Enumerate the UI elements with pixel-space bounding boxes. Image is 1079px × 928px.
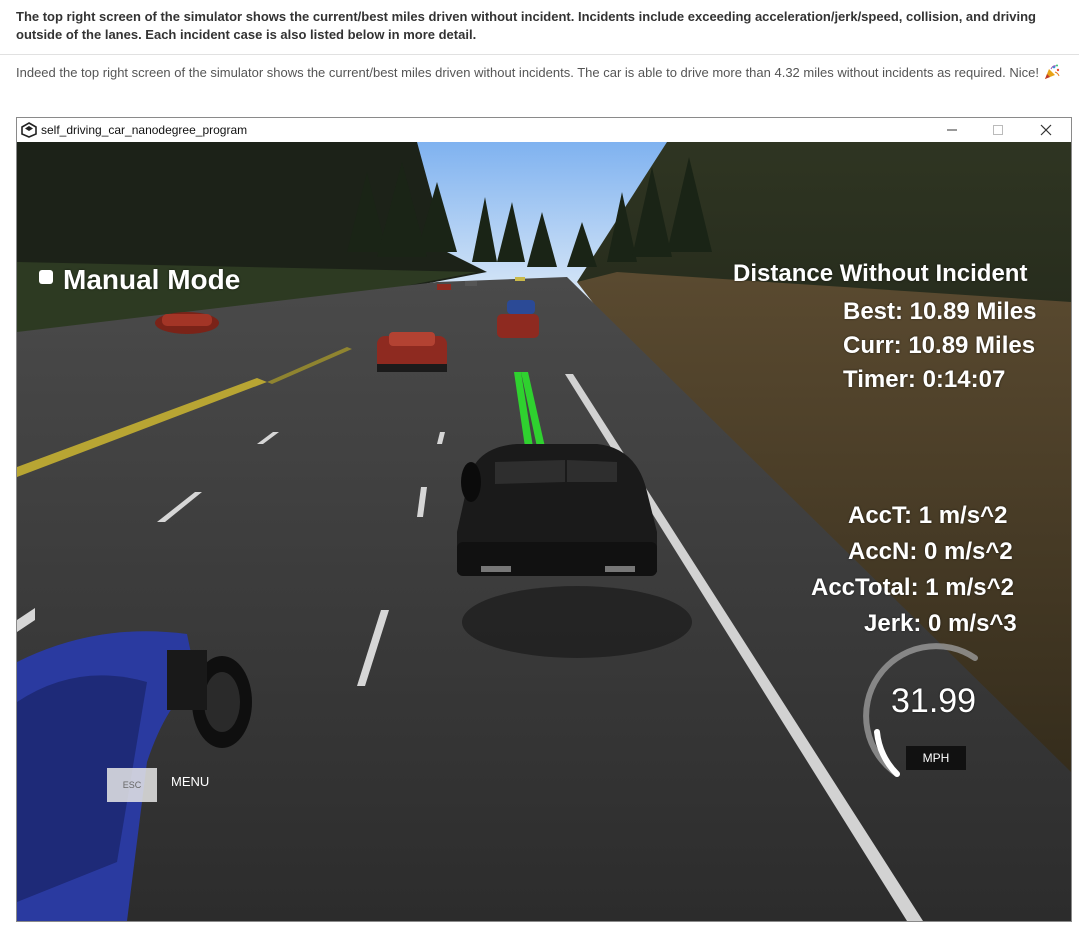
timer: Timer: 0:14:07 bbox=[843, 366, 1006, 393]
close-icon bbox=[1040, 124, 1052, 136]
window-titlebar[interactable]: self_driving_car_nanodegree_program bbox=[17, 118, 1071, 142]
speed-value: 31.99 bbox=[891, 682, 977, 720]
npc-car-red-left bbox=[155, 312, 219, 334]
best-distance: Best: 10.89 Miles bbox=[843, 298, 1037, 325]
jerk: Jerk: 0 m/s^3 bbox=[864, 610, 1017, 637]
normal-acceleration: AccN: 0 m/s^2 bbox=[848, 538, 1013, 565]
maximize-button[interactable] bbox=[975, 118, 1021, 142]
current-distance: Curr: 10.89 Miles bbox=[843, 332, 1036, 359]
tangential-acceleration: AccT: 1 m/s^2 bbox=[848, 502, 1008, 529]
window-title: self_driving_car_nanodegree_program bbox=[41, 123, 248, 137]
esc-button[interactable]: ESC bbox=[107, 768, 157, 802]
divider bbox=[0, 54, 1079, 55]
simulator-scene bbox=[17, 142, 1071, 921]
distance-title: Distance Without Incident bbox=[733, 260, 1028, 287]
simulator-viewport: Manual Mode Distance Without Incident Be… bbox=[17, 142, 1071, 921]
simulator-window: self_driving_car_nanodegree_program Manu… bbox=[16, 117, 1072, 922]
speed-unit: MPH bbox=[906, 746, 966, 770]
npc-car-red-center bbox=[377, 332, 447, 372]
party-popper-icon bbox=[1044, 64, 1060, 79]
mode-indicator-icon bbox=[39, 270, 53, 284]
mode-label: Manual Mode bbox=[63, 264, 241, 295]
article-paragraph-1: The top right screen of the simulator sh… bbox=[16, 9, 1036, 42]
unity-app-icon bbox=[21, 122, 37, 138]
article-paragraph-2: Indeed the top right screen of the simul… bbox=[16, 64, 1066, 82]
article-paragraph-2-text: Indeed the top right screen of the simul… bbox=[16, 65, 1039, 80]
maximize-icon bbox=[993, 125, 1003, 135]
minimize-icon bbox=[947, 129, 957, 131]
close-button[interactable] bbox=[1023, 118, 1069, 142]
total-acceleration: AccTotal: 1 m/s^2 bbox=[811, 574, 1014, 601]
menu-button[interactable]: MENU bbox=[171, 774, 209, 789]
minimize-button[interactable] bbox=[929, 118, 975, 142]
